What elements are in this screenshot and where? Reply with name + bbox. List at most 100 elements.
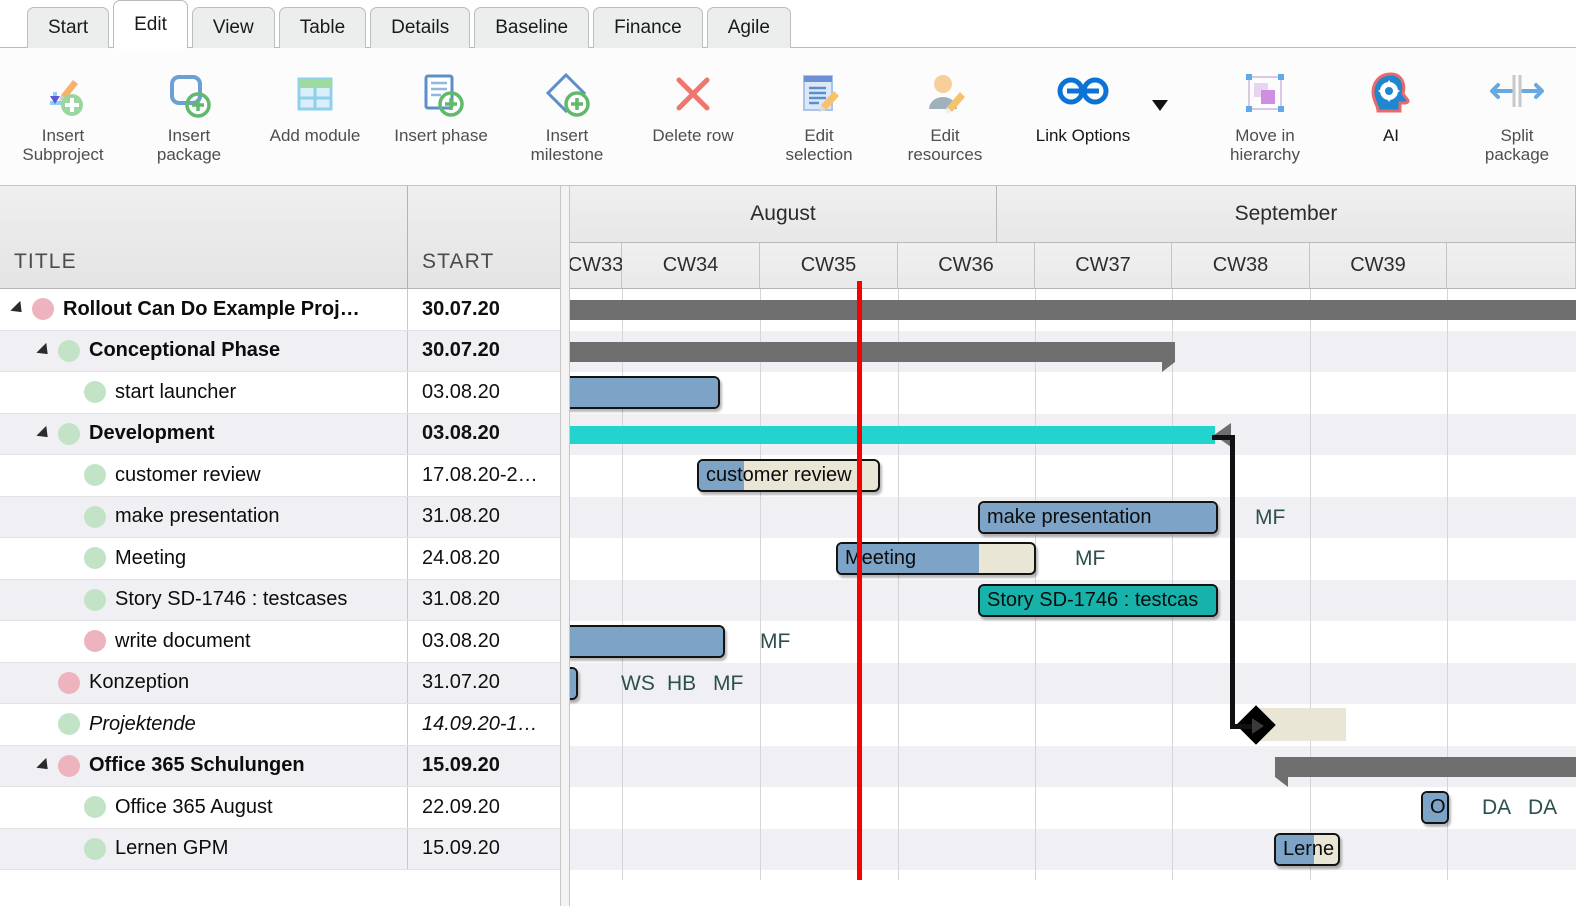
edit-resources-icon (918, 64, 972, 124)
row-title-label: start launcher (115, 380, 237, 403)
status-dot-green (58, 713, 80, 736)
cell-start-date: 03.08.20 (422, 422, 500, 445)
dependency-link-top-stub (1212, 435, 1235, 440)
tab-details[interactable]: Details (370, 7, 471, 48)
tab-table[interactable]: Table (278, 7, 367, 48)
row-title-label: Office 365 Schulungen (89, 754, 305, 777)
tab-label: Start (48, 17, 89, 38)
move-in-hierarchy-button[interactable]: Move in hierarchy (1202, 52, 1328, 174)
link-options-dropdown-caret[interactable] (1152, 100, 1168, 111)
gantt-critical-path-bar[interactable] (570, 422, 1231, 447)
row-title-label: Story SD-1746 : testcases (115, 588, 348, 611)
table-row[interactable]: Office 365 August 22.09.20 (0, 787, 560, 829)
cell-start-date: 03.08.20 (422, 380, 500, 403)
edit-resources-button[interactable]: Edit resources (882, 52, 1008, 174)
gantt-summary-bar[interactable] (570, 341, 1175, 372)
resource-initials-label: HB (667, 671, 697, 695)
tab-label: Agile (727, 17, 770, 38)
task-bar-label: Lerne (1283, 837, 1335, 860)
table-row[interactable]: Office 365 Schulungen 15.09.20 (0, 745, 560, 787)
expand-collapse-triangle-icon[interactable] (36, 757, 53, 774)
gantt-task-bar[interactable]: t (570, 625, 725, 658)
gantt-task-bar[interactable]: customer review (697, 459, 880, 492)
column-header-start[interactable]: START (408, 186, 560, 288)
cell-start-date: 17.08.20-2… (422, 463, 538, 486)
ai-button[interactable]: AI (1328, 52, 1454, 174)
cell-title: Conceptional Phase (0, 330, 408, 371)
task-bar-label: make presentation (987, 505, 1152, 528)
tab-baseline[interactable]: Baseline (474, 7, 590, 48)
insert-milestone-label: Insert milestone (530, 126, 604, 164)
row-title-label: Lernen GPM (115, 837, 229, 860)
insert-package-button[interactable]: Insert package (126, 52, 252, 174)
insert-subproject-button[interactable]: Insert Subproject (0, 52, 126, 174)
cell-start-date: 15.09.20 (422, 754, 500, 777)
cell-title: Story SD-1746 : testcases (0, 579, 408, 620)
table-row[interactable]: write document 03.08.20 (0, 621, 560, 663)
add-module-label: Add module (269, 126, 361, 145)
add-module-icon (288, 64, 342, 124)
edit-selection-button[interactable]: Edit selection (756, 52, 882, 174)
resource-initials-label: DA (1482, 796, 1512, 819)
table-row[interactable]: Conceptional Phase 30.07.20 (0, 330, 560, 372)
row-title-label: Rollout Can Do Example Proj… (63, 297, 360, 320)
tab-finance[interactable]: Finance (593, 7, 703, 48)
expand-collapse-triangle-icon[interactable] (36, 425, 53, 442)
gantt-task-bar[interactable] (570, 376, 720, 409)
gantt-row-band (570, 538, 1576, 580)
ribbon-tab-list: Start Edit View Table Details Baseline F… (0, 0, 1576, 49)
gantt-task-bar[interactable]: Story SD-1746 : testcas (978, 583, 1218, 617)
expand-collapse-triangle-icon[interactable] (36, 342, 53, 359)
gantt-gridline (898, 289, 899, 880)
insert-milestone-button[interactable]: Insert milestone (504, 52, 630, 174)
table-row[interactable]: Konzeption 31.07.20 (0, 662, 560, 704)
gantt-summary-bar[interactable] (1275, 756, 1576, 787)
split-package-button[interactable]: Split package (1454, 52, 1576, 174)
table-row[interactable]: start launcher 03.08.20 (0, 372, 560, 414)
tab-label: Finance (614, 17, 682, 38)
table-row[interactable]: Development 03.08.20 (0, 413, 560, 455)
table-row[interactable]: Rollout Can Do Example Proj… 30.07.20 (0, 289, 560, 331)
tab-agile[interactable]: Agile (706, 7, 791, 48)
status-dot-green (84, 796, 106, 819)
table-row[interactable]: Story SD-1746 : testcases 31.08.20 (0, 579, 560, 621)
table-row[interactable]: Projektende 14.09.20-1… (0, 704, 560, 746)
table-row[interactable]: Lernen GPM 15.09.20 (0, 828, 560, 870)
ribbon-group-edit: Delete row Edit selection (630, 48, 882, 178)
tab-start[interactable]: Start (27, 7, 110, 48)
cell-title: Office 365 Schulungen (0, 745, 408, 786)
gantt-week-cell: CW37 (1035, 243, 1172, 289)
insert-package-icon (162, 64, 216, 124)
column-header-title[interactable]: TITLE (0, 186, 408, 288)
tab-view[interactable]: View (191, 7, 275, 48)
task-progress-fill (570, 668, 576, 698)
ai-label: AI (1382, 126, 1400, 145)
grid-gantt-splitter[interactable] (560, 186, 570, 906)
tab-edit[interactable]: Edit (113, 0, 188, 49)
tab-label: Table (299, 17, 346, 38)
insert-package-label: Insert package (156, 126, 222, 164)
expand-collapse-triangle-icon[interactable] (10, 301, 27, 318)
insert-phase-button[interactable]: Insert phase (378, 52, 504, 174)
gantt-task-bar[interactable]: make presentation (978, 500, 1218, 534)
edit-selection-label: Edit selection (785, 126, 853, 164)
cell-title: Projektende (0, 704, 408, 745)
gantt-task-bar[interactable] (570, 666, 578, 700)
add-module-button[interactable]: Add module (252, 52, 378, 174)
gantt-task-bar[interactable]: O (1421, 791, 1449, 824)
gantt-task-bar[interactable]: Meeting (836, 542, 1036, 575)
cell-start-date: 03.08.20 (422, 629, 500, 652)
link-options-button[interactable]: Link Options (1008, 52, 1158, 174)
gantt-task-bar[interactable]: Lerne (1274, 832, 1340, 866)
table-row[interactable]: make presentation 31.08.20 (0, 496, 560, 538)
gantt-summary-bar[interactable] (570, 300, 1576, 320)
table-row[interactable]: customer review 17.08.20-2… (0, 455, 560, 497)
delete-row-button[interactable]: Delete row (630, 52, 756, 174)
table-row[interactable]: Meeting 24.08.20 (0, 538, 560, 580)
insert-phase-label: Insert phase (394, 126, 488, 145)
today-marker-tick (857, 281, 862, 289)
gantt-week-cell: CW34 (622, 243, 760, 289)
cell-start-date: 22.09.20 (422, 795, 500, 818)
resource-initials-label: DA (1528, 796, 1558, 819)
gantt-week-cell: CW38 (1172, 243, 1310, 289)
